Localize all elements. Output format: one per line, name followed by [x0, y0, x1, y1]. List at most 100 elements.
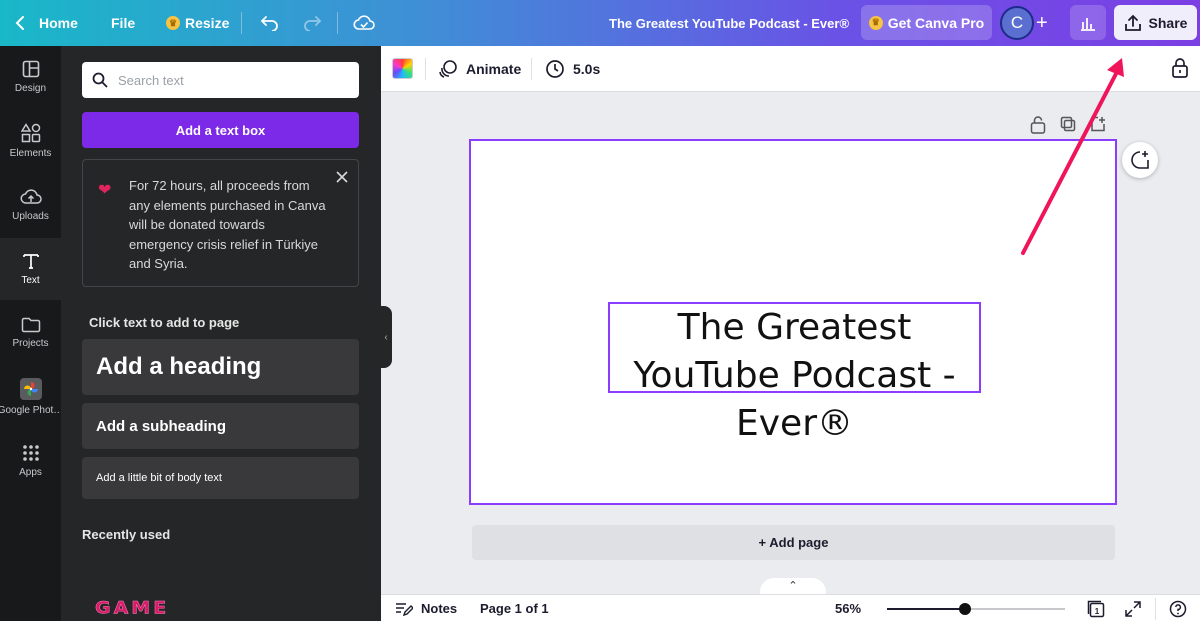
duplicate-icon — [1060, 116, 1076, 132]
rail-item-uploads[interactable]: Uploads — [0, 174, 61, 236]
add-page-icon — [1091, 116, 1105, 132]
design-page[interactable]: The Greatest YouTube Podcast - Ever® — [469, 139, 1117, 505]
undo-icon — [260, 16, 278, 31]
close-icon — [336, 171, 348, 183]
text-panel: Add a text box ❤ For 72 hours, all proce… — [61, 46, 381, 621]
layout-icon — [22, 60, 39, 78]
crown-icon: ♛ — [166, 16, 180, 30]
search-box[interactable] — [82, 62, 359, 98]
zoom-label[interactable]: 56% — [835, 595, 861, 621]
plus-icon: + — [1036, 11, 1048, 34]
text-icon — [22, 254, 39, 269]
home-label: Home — [39, 15, 78, 31]
toolbar-divider — [531, 58, 532, 80]
rail-item-projects[interactable]: Projects — [0, 302, 61, 364]
lock-icon — [1172, 58, 1188, 78]
duration-button[interactable]: 5.0s — [545, 46, 600, 92]
recent-font-game[interactable]: GAME — [95, 598, 169, 618]
search-input[interactable] — [118, 72, 338, 88]
bottom-bar: Notes Page 1 of 1 56% 1 — [381, 594, 1200, 621]
expand-pages-button[interactable]: ⌃ — [760, 578, 826, 594]
lock-button[interactable] — [1171, 58, 1189, 83]
animate-button[interactable]: Animate — [438, 46, 521, 92]
toolbar-divider — [1155, 598, 1156, 620]
get-pro-label: Get Canva Pro — [887, 14, 985, 31]
page-lock-button[interactable] — [1030, 116, 1046, 139]
comment-plus-icon — [1131, 151, 1149, 169]
grid-view-button[interactable]: 1 — [1087, 595, 1105, 621]
google-photos-icon — [19, 378, 42, 400]
editor-toolbar: Animate 5.0s — [381, 46, 1200, 92]
rail-item-design[interactable]: Design — [0, 46, 61, 108]
add-subheading-button[interactable]: Add a subheading — [82, 403, 359, 449]
cloud-check-icon — [353, 15, 375, 30]
add-body-text-button[interactable]: Add a little bit of body text — [82, 457, 359, 499]
pages-icon: 1 — [1087, 600, 1105, 617]
resize-button[interactable]: ♛ Resize — [166, 0, 229, 46]
fullscreen-button[interactable] — [1125, 595, 1141, 621]
rail-item-elements[interactable]: Elements — [0, 110, 61, 172]
help-button[interactable] — [1169, 595, 1187, 621]
undo-button[interactable] — [260, 0, 280, 46]
lock-icon — [1030, 116, 1046, 134]
add-page-button[interactable]: + Add page — [472, 525, 1115, 560]
add-comment-button[interactable] — [1122, 142, 1158, 178]
add-collaborator-button[interactable]: + — [1036, 10, 1056, 36]
get-canva-pro-button[interactable]: ♛ Get Canva Pro — [861, 5, 992, 40]
rail-label: Projects — [12, 338, 49, 349]
rail-label: Elements — [9, 148, 52, 159]
folder-icon — [21, 317, 40, 333]
file-menu-button[interactable]: File — [111, 0, 135, 46]
notes-icon — [396, 602, 413, 616]
close-notice-button[interactable] — [333, 170, 351, 188]
notice-text: For 72 hours, all proceeds from any elem… — [129, 178, 326, 271]
chevron-left-icon — [15, 16, 24, 30]
share-upload-icon — [1124, 14, 1141, 31]
add-heading-button[interactable]: Add a heading — [82, 339, 359, 395]
toolbar-divider — [337, 12, 338, 34]
donation-notice: ❤ For 72 hours, all proceeds from any el… — [82, 159, 359, 287]
duration-label: 5.0s — [573, 61, 601, 77]
rail-item-google-photos[interactable]: Google Phot… — [0, 366, 64, 428]
save-status-button[interactable] — [353, 0, 375, 46]
toolbar-divider — [241, 12, 242, 34]
rail-item-text[interactable]: Text — [0, 238, 61, 300]
cloud-upload-icon — [20, 189, 42, 204]
design-title[interactable]: The Greatest YouTube Podcast - Ever® — [609, 0, 849, 46]
zoom-slider-knob[interactable] — [959, 603, 972, 615]
chevron-up-icon: ⌃ — [788, 580, 798, 592]
apps-grid-icon — [22, 445, 39, 461]
share-label: Share — [1148, 14, 1188, 31]
redo-icon — [304, 16, 322, 31]
page-tools — [1030, 116, 1106, 139]
redo-button[interactable] — [302, 0, 322, 46]
canvas-title-text[interactable]: The Greatest YouTube Podcast - Ever® — [608, 302, 981, 444]
zoom-slider-fill — [887, 608, 966, 610]
top-bar: Home File ♛ Resize The Greatest YouTube … — [0, 0, 1200, 46]
notes-button[interactable]: Notes — [395, 595, 457, 621]
add-page-icon-button[interactable] — [1090, 116, 1106, 139]
clock-icon — [546, 60, 564, 78]
duplicate-page-button[interactable] — [1060, 116, 1076, 139]
collapse-panel-button[interactable]: ‹ — [380, 306, 392, 368]
rail-label: Uploads — [12, 211, 49, 222]
zoom-slider[interactable] — [887, 603, 1065, 615]
toolbar-divider — [425, 58, 426, 80]
share-button[interactable]: Share — [1114, 5, 1197, 40]
resize-label: Resize — [185, 15, 230, 31]
add-text-box-button[interactable]: Add a text box — [82, 112, 359, 148]
search-icon — [92, 72, 108, 88]
file-label: File — [111, 15, 136, 31]
color-picker-button[interactable] — [392, 58, 413, 79]
shapes-icon — [20, 123, 40, 143]
avatar[interactable]: C — [1000, 6, 1034, 40]
page-indicator[interactable]: Page 1 of 1 — [480, 595, 549, 621]
page-count: 1 — [1095, 607, 1100, 616]
help-icon — [1169, 600, 1187, 617]
rail-label: Google Phot… — [0, 405, 64, 416]
click-text-label: Click text to add to page — [89, 315, 240, 330]
rail-item-apps[interactable]: Apps — [0, 430, 61, 492]
home-button[interactable]: Home — [14, 0, 78, 46]
rail-label: Design — [14, 83, 47, 94]
insights-button[interactable] — [1070, 5, 1106, 40]
